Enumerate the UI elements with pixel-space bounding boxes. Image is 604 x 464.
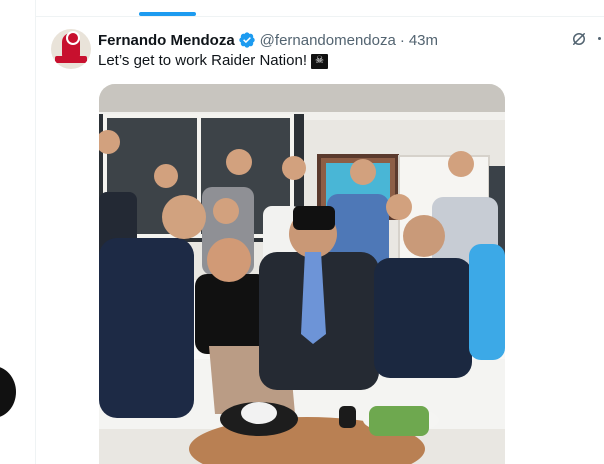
tweet[interactable]: Fernando Mendoza @fernandomendoza · 43m … xyxy=(36,17,604,464)
separator: · xyxy=(399,31,405,49)
tweet-text-body: Let’s get to work Raider Nation! xyxy=(98,52,307,69)
avatar[interactable] xyxy=(51,29,91,69)
tab-bar xyxy=(36,0,604,17)
verified-badge-icon[interactable] xyxy=(238,31,256,49)
display-name[interactable]: Fernando Mendoza xyxy=(98,32,235,49)
tweet-media-photo[interactable] xyxy=(99,84,505,464)
timestamp[interactable]: 43m xyxy=(409,32,438,49)
more-dot-icon xyxy=(598,37,601,40)
photo-illustration xyxy=(99,84,505,464)
tweet-text: Let’s get to work Raider Nation! ☠ xyxy=(98,51,328,71)
left-rail xyxy=(0,0,36,464)
floating-action-button[interactable] xyxy=(0,366,16,418)
grok-icon[interactable] xyxy=(570,30,588,48)
tweet-header: Fernando Mendoza @fernandomendoza · 43m xyxy=(98,30,438,50)
active-tab-indicator xyxy=(139,12,196,16)
handle[interactable]: @fernandomendoza xyxy=(260,32,396,49)
more-options-icon[interactable] xyxy=(598,37,604,41)
avatar-banner xyxy=(55,56,87,63)
pirate-flag-icon: ☠ xyxy=(311,53,328,69)
